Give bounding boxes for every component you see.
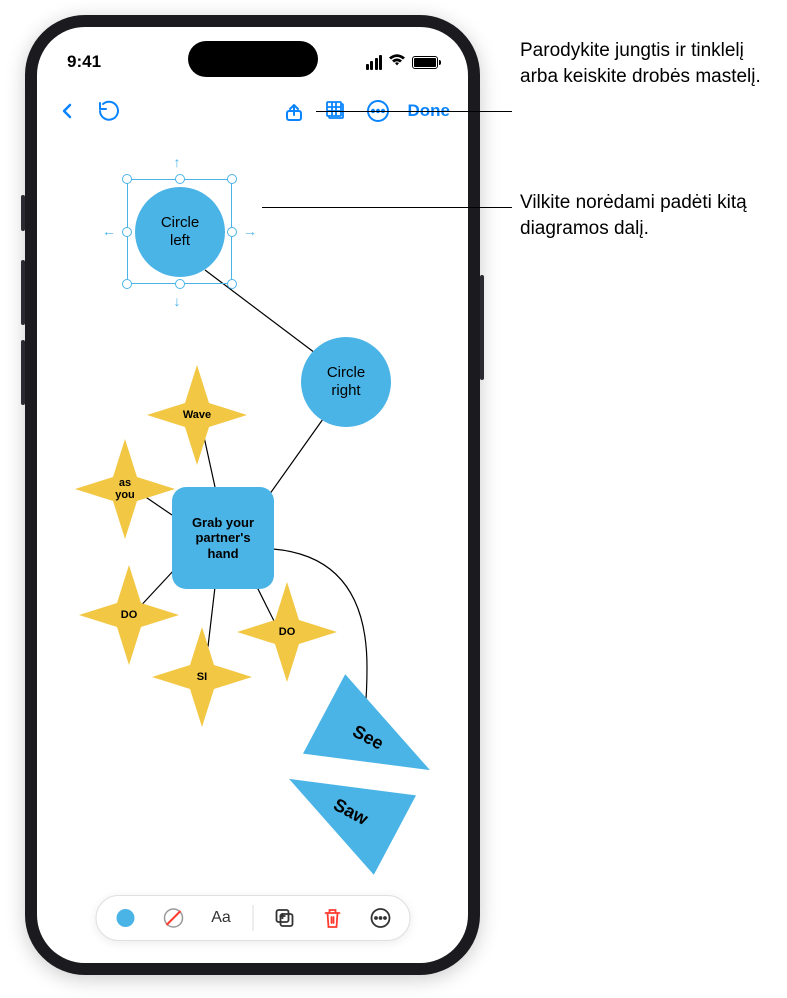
resize-handle-sw[interactable]	[122, 279, 132, 289]
share-button[interactable]	[282, 99, 306, 123]
star-label: DO	[279, 626, 296, 638]
connect-arrow-right[interactable]: →	[243, 223, 257, 239]
side-button-silence	[21, 195, 25, 231]
resize-handle-nw[interactable]	[122, 174, 132, 184]
signal-icon	[366, 55, 383, 70]
text-tool[interactable]: Aa	[204, 901, 238, 935]
side-button-power	[480, 275, 484, 380]
star-label: DO	[121, 609, 138, 621]
callout-drag: Vilkite norėdami padėti kitą diagramos d…	[520, 190, 780, 241]
duplicate-tool[interactable]	[267, 901, 301, 935]
delete-tool[interactable]	[315, 901, 349, 935]
battery-icon	[412, 56, 438, 69]
connect-arrow-down[interactable]: ↓	[174, 293, 181, 309]
resize-handle-e[interactable]	[227, 227, 237, 237]
shape-square-grab[interactable]: Grab your partner's hand	[172, 487, 274, 589]
resize-handle-n[interactable]	[175, 174, 185, 184]
more-tool[interactable]	[363, 901, 397, 935]
connect-arrow-left[interactable]: ←	[102, 223, 116, 239]
side-button-volup	[21, 260, 25, 325]
shape-circle-right[interactable]: Circle right	[301, 337, 391, 427]
status-right	[366, 53, 439, 72]
shape-circle-left[interactable]: Circle left	[135, 187, 225, 277]
status-time: 9:41	[67, 52, 101, 72]
connect-arrow-up[interactable]: ↑	[174, 154, 181, 170]
stroke-tool[interactable]	[156, 901, 190, 935]
callout-line-drag	[262, 207, 512, 208]
shape-star-asyou[interactable]: as you	[75, 439, 175, 539]
callout-grid: Parodykite jungtis ir tinklelį arba keis…	[520, 38, 780, 89]
star-label: as you	[115, 477, 135, 501]
resize-handle-w[interactable]	[122, 227, 132, 237]
phone-frame: 9:41	[25, 15, 480, 975]
side-button-voldown	[21, 340, 25, 405]
dynamic-island	[188, 41, 318, 77]
toolbar-divider	[252, 905, 253, 931]
callout-line-grid	[316, 111, 512, 112]
resize-handle-ne[interactable]	[227, 174, 237, 184]
star-label: Wave	[183, 409, 211, 421]
shape-star-do2[interactable]: DO	[237, 582, 337, 682]
resize-handle-s[interactable]	[175, 279, 185, 289]
bottom-toolbar: Aa	[95, 895, 410, 941]
resize-handle-se[interactable]	[227, 279, 237, 289]
back-button[interactable]	[55, 99, 79, 123]
undo-button[interactable]	[97, 99, 121, 123]
wifi-icon	[388, 53, 406, 72]
star-label: SI	[197, 671, 207, 683]
canvas[interactable]: ↑ ↓ ← → Circle left Circle right Wave as…	[37, 137, 468, 893]
fill-tool[interactable]	[108, 901, 142, 935]
phone-screen: 9:41	[37, 27, 468, 963]
